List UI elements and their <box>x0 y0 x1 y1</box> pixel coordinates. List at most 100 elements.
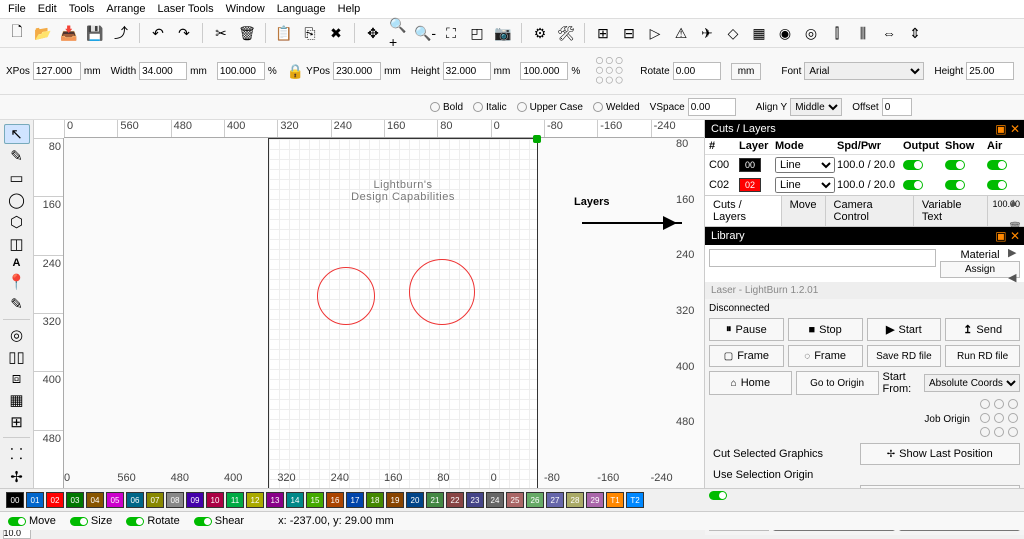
subtract-icon[interactable]: ◎ <box>800 22 822 44</box>
frame-circle-button[interactable]: ◌ Frame <box>788 345 863 367</box>
status-shear-toggle[interactable] <box>194 517 212 526</box>
menu-laser-tools[interactable]: Laser Tools <box>158 3 214 15</box>
palette-swatch-15[interactable]: 15 <box>306 492 324 508</box>
output-toggle[interactable] <box>903 180 923 190</box>
boolean-tool[interactable]: ▯▯ <box>4 347 30 367</box>
zoom-sel-icon[interactable]: ◰ <box>466 22 488 44</box>
group-icon[interactable]: ⊞ <box>592 22 614 44</box>
palette-swatch-10[interactable]: 10 <box>206 492 224 508</box>
stop-button[interactable]: ■Stop <box>788 318 863 341</box>
bold-toggle[interactable] <box>430 102 440 112</box>
trace-icon[interactable]: ▷ <box>644 22 666 44</box>
air-toggle[interactable] <box>987 180 1007 190</box>
lock-aspect-icon[interactable]: 🔒 <box>287 63 304 80</box>
line-tool[interactable]: ✎ <box>4 146 30 166</box>
show-toggle[interactable] <box>945 180 965 190</box>
status-move-toggle[interactable] <box>8 517 26 526</box>
weld-tool[interactable]: ⧈ <box>4 369 30 388</box>
zoom-fit-icon[interactable]: ⛶ <box>440 22 462 44</box>
ungroup-icon[interactable]: ⊟ <box>618 22 640 44</box>
home-button[interactable]: ⌂ Home <box>709 371 792 395</box>
aligny-select[interactable]: Middle <box>790 98 842 116</box>
width-input[interactable] <box>139 62 187 80</box>
canvas-area[interactable]: 0560480400320240160800-80-160-240 801602… <box>34 120 704 488</box>
measure-tool[interactable]: ✎ <box>4 294 30 314</box>
output-toggle[interactable] <box>903 160 923 170</box>
palette-swatch-19[interactable]: 19 <box>386 492 404 508</box>
offset-tool[interactable]: ◎ <box>4 325 30 345</box>
menu-edit[interactable]: Edit <box>38 3 57 15</box>
palette-swatch-22[interactable]: 22 <box>446 492 464 508</box>
delete2-icon[interactable]: ✖ <box>325 22 347 44</box>
palette-swatch-13[interactable]: 13 <box>266 492 284 508</box>
ellipse-tool[interactable]: ◯ <box>4 190 30 210</box>
palette-swatch-16[interactable]: 16 <box>326 492 344 508</box>
save-rd-button[interactable]: Save RD file <box>867 345 942 367</box>
menu-help[interactable]: Help <box>338 3 361 15</box>
send-icon[interactable]: ✈ <box>696 22 718 44</box>
marker-tool[interactable]: 📍 <box>4 272 30 292</box>
layer-next-icon[interactable]: ▶ <box>1008 246 1022 259</box>
palette-swatch-T2[interactable]: T2 <box>626 492 644 508</box>
go-origin-button[interactable]: Go to Origin <box>796 371 879 395</box>
air-toggle[interactable] <box>987 160 1007 170</box>
palette-swatch-21[interactable]: 21 <box>426 492 444 508</box>
palette-swatch-08[interactable]: 08 <box>166 492 184 508</box>
save-icon[interactable]: 💾 <box>84 22 106 44</box>
layer-row-c00[interactable]: C00 00 Line 100.0 / 20.0 <box>705 155 1024 175</box>
width-pct-input[interactable] <box>217 62 265 80</box>
layer-swatch[interactable]: 00 <box>739 158 761 172</box>
font-select[interactable]: Arial <box>804 62 924 80</box>
palette-swatch-17[interactable]: 17 <box>346 492 364 508</box>
vspace-input[interactable] <box>688 98 736 116</box>
start-from-select[interactable]: Absolute Coords <box>924 374 1020 392</box>
palette-swatch-28[interactable]: 28 <box>566 492 584 508</box>
new-icon[interactable]: 🗋 <box>6 22 28 44</box>
copy-icon[interactable]: ⎘ <box>299 22 321 44</box>
align-icon[interactable]: ⫿ <box>826 22 848 44</box>
xpos-input[interactable] <box>33 62 81 80</box>
anchor-grid[interactable] <box>596 57 624 85</box>
array-tool[interactable]: ▦ <box>4 390 30 410</box>
layer-swatch[interactable]: 02 <box>739 178 761 192</box>
menu-file[interactable]: File <box>8 3 26 15</box>
palette-swatch-09[interactable]: 09 <box>186 492 204 508</box>
library-search[interactable] <box>709 249 936 267</box>
palette-swatch-12[interactable]: 12 <box>246 492 264 508</box>
dots-tool[interactable]: ⸬ <box>4 443 30 465</box>
palette-swatch-18[interactable]: 18 <box>366 492 384 508</box>
unit-toggle[interactable]: mm <box>731 63 762 80</box>
menu-language[interactable]: Language <box>277 3 326 15</box>
send-button[interactable]: ↥Send <box>945 318 1020 341</box>
palette-swatch-25[interactable]: 25 <box>506 492 524 508</box>
circle-shape-2[interactable] <box>409 259 475 325</box>
palette-swatch-26[interactable]: 26 <box>526 492 544 508</box>
preview-icon[interactable]: 📷 <box>492 22 514 44</box>
paste-icon[interactable]: 📋 <box>273 22 295 44</box>
mode-select[interactable]: Line <box>775 177 835 193</box>
palette-swatch-29[interactable]: 29 <box>586 492 604 508</box>
palette-swatch-14[interactable]: 14 <box>286 492 304 508</box>
offset-input[interactable] <box>882 98 912 116</box>
select-tool[interactable]: ↖ <box>4 124 30 144</box>
warn-icon[interactable]: ⚠ <box>670 22 692 44</box>
edit-nodes-tool[interactable]: ◫ <box>4 234 30 254</box>
show-last-pos-button[interactable]: ✢ Show Last Position <box>860 443 1021 465</box>
text-tool[interactable]: A <box>4 256 30 270</box>
union-icon[interactable]: ◉ <box>774 22 796 44</box>
device-settings-icon[interactable]: 🛠 <box>555 22 577 44</box>
panel-close-icon[interactable]: ▣ ✕ <box>995 122 1020 136</box>
menu-tools[interactable]: Tools <box>69 3 95 15</box>
layer-prev-icon[interactable]: ◀ <box>1008 271 1022 284</box>
status-size-toggle[interactable] <box>70 517 88 526</box>
start-button[interactable]: ▶Start <box>867 318 942 341</box>
optimize-cut-toggle[interactable] <box>709 491 727 500</box>
tab-camera[interactable]: Camera Control <box>826 196 914 226</box>
settings-icon[interactable]: ⚙ <box>529 22 551 44</box>
layer-up-icon[interactable]: ▲ <box>1008 197 1022 209</box>
welded-toggle[interactable] <box>593 102 603 112</box>
palette-swatch-27[interactable]: 27 <box>546 492 564 508</box>
rect-tool[interactable]: ▭ <box>4 168 30 188</box>
zoom-in-icon[interactable]: 🔍+ <box>388 22 410 44</box>
grid-tool[interactable]: ⊞ <box>4 412 30 432</box>
